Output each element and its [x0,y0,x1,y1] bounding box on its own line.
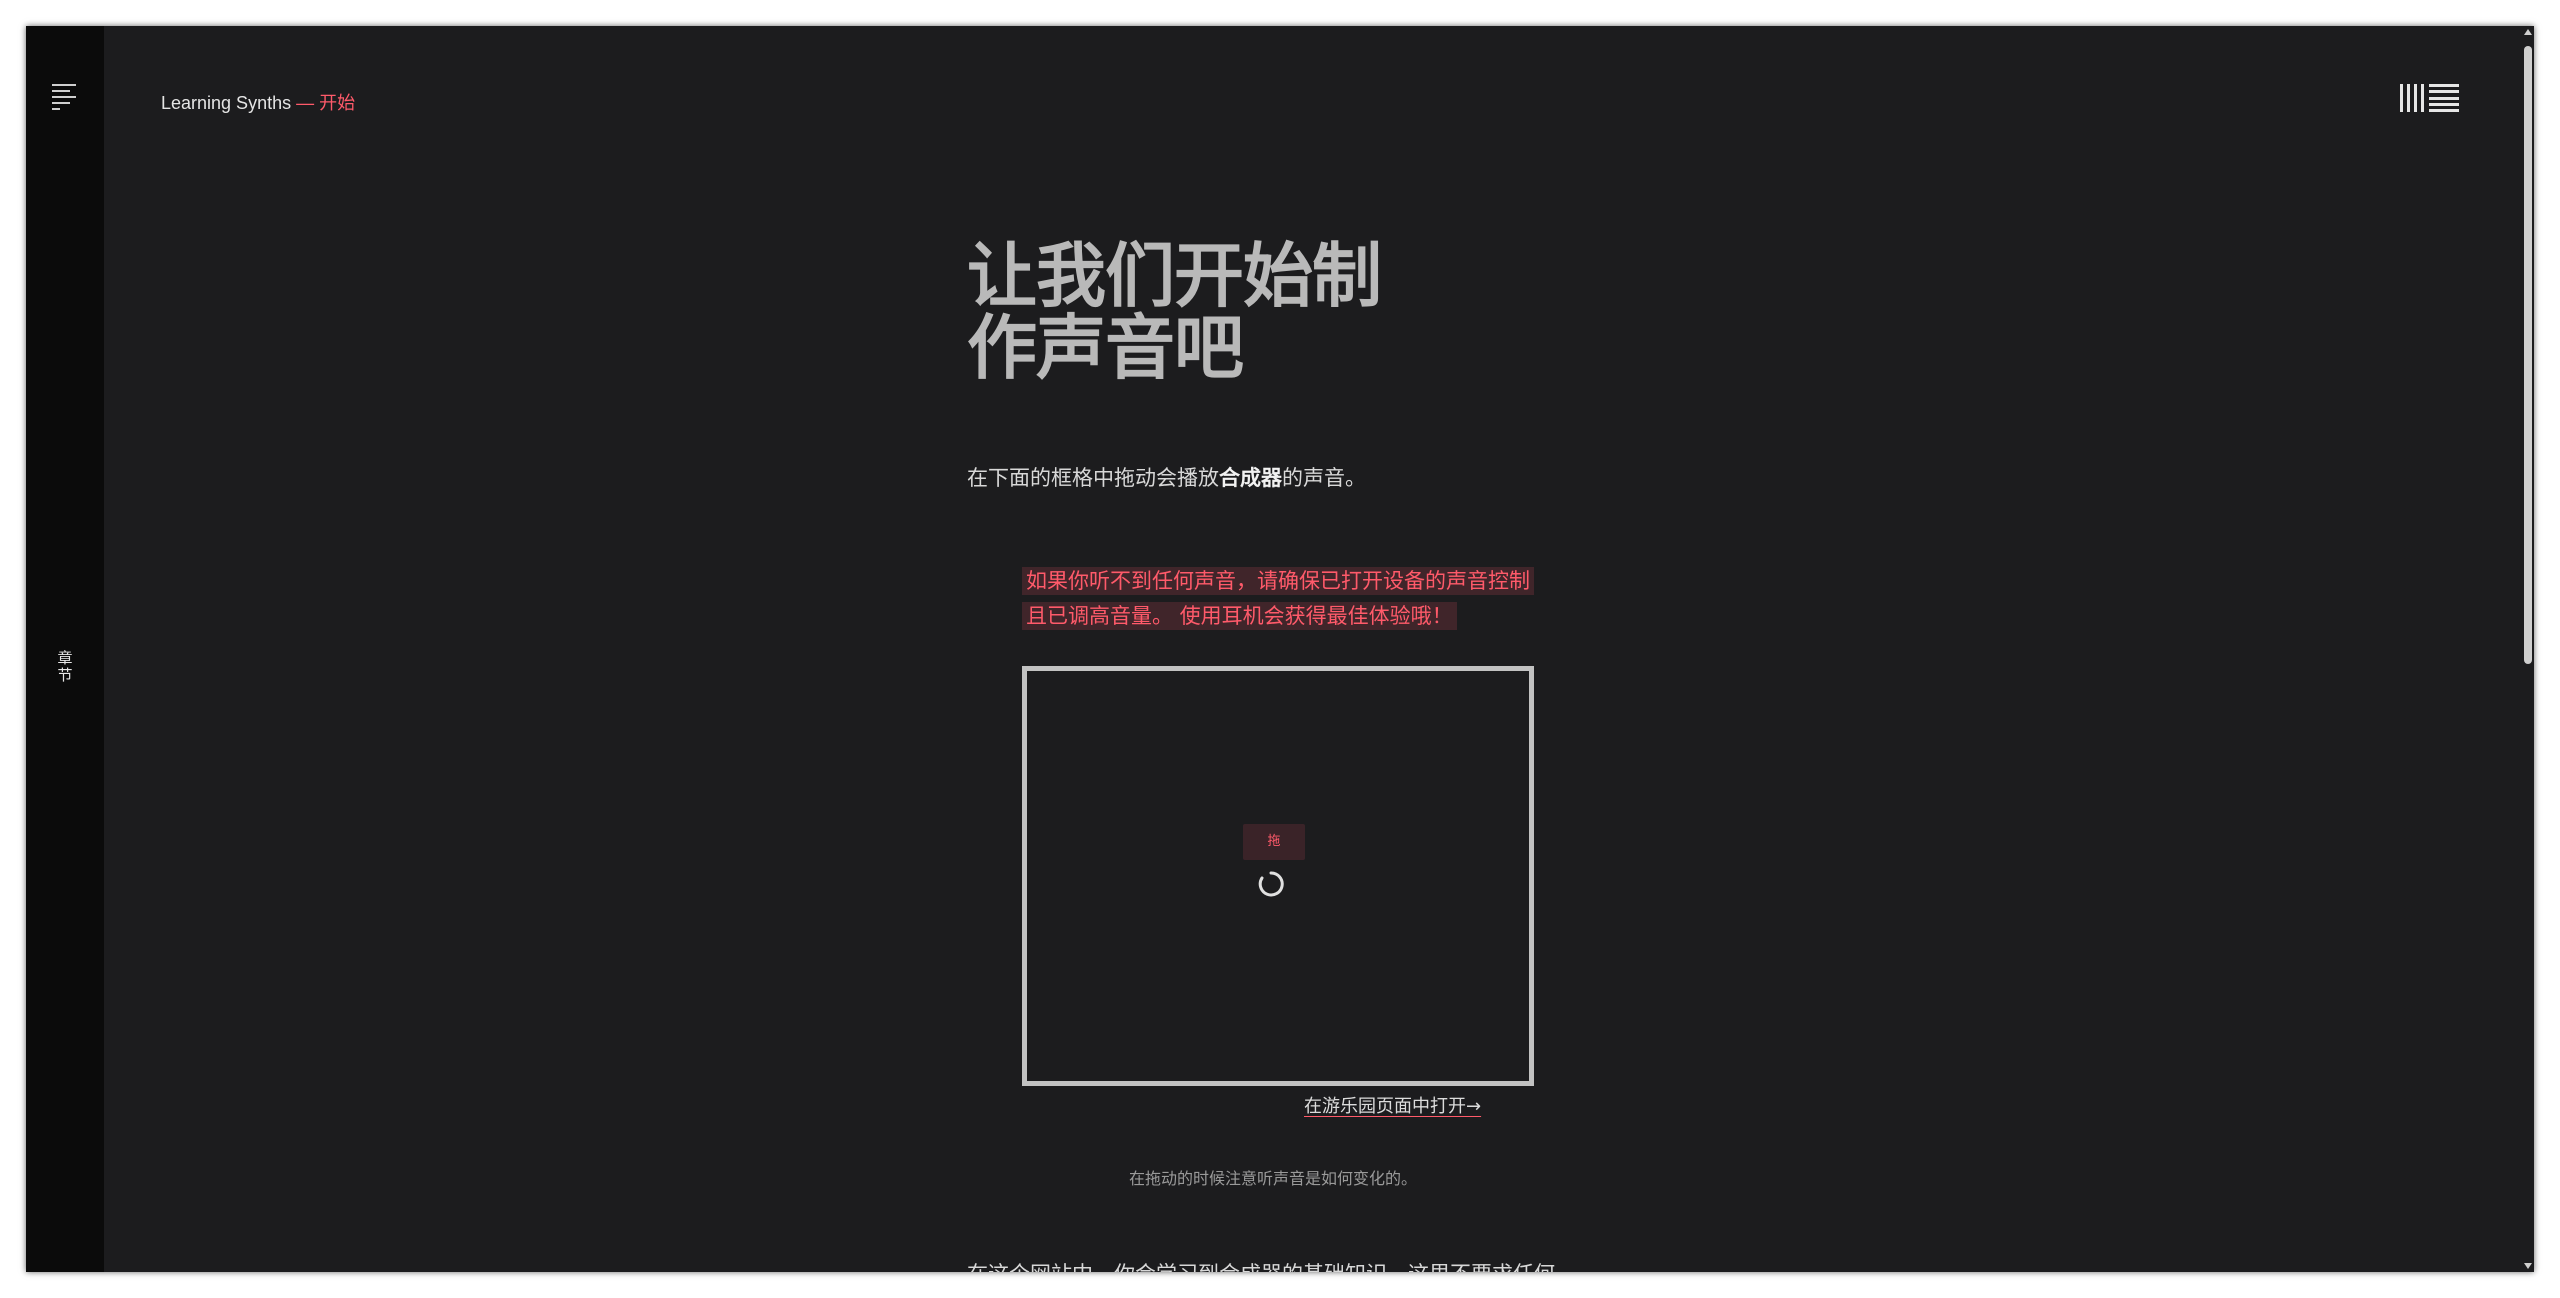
pad-caption: 在拖动的时候注意听声音是如何变化的。 [1128,1169,1417,1188]
app-window: 章 节 Learning Synths — 开始 让我们开始制作声音吧 在下面的… [26,26,2534,1272]
breadcrumb-separator: — [296,93,315,113]
chapters-toggle[interactable]: 章 节 [26,650,104,684]
chapters-label-char: 章 [57,649,73,667]
sound-warning-text: 如果你听不到任何声音，请确保已打开设备的声音控制且已调高音量。 使用耳机会获得最… [1022,567,1534,630]
intro-text-start: 在下面的框格中拖动会播放 [967,466,1219,490]
scroll-up-icon[interactable] [2524,29,2532,35]
scrollbar[interactable] [2522,26,2534,1272]
menu-lines-icon[interactable] [52,84,78,110]
sound-warning: 如果你听不到任何声音，请确保已打开设备的声音控制且已调高音量。 使用耳机会获得最… [1022,564,1534,634]
drag-label: 拖 [1243,824,1305,860]
breadcrumb: Learning Synths — 开始 [161,89,355,115]
synth-pad[interactable]: 拖 [1022,666,1534,1086]
scroll-down-icon[interactable] [2524,1263,2532,1269]
scrollbar-thumb[interactable] [2524,46,2532,664]
logo-bars-icon[interactable] [2400,84,2462,112]
page-title: 让我们开始制作声音吧 [967,235,1382,389]
chapters-label-char: 节 [57,666,73,684]
current-page: 开始 [319,93,356,113]
drag-ring-icon[interactable] [1258,871,1284,897]
next-paragraph: 在这个网站中，你会学习到合成器的基础知识。这里不要求任何 [967,1258,1555,1272]
intro-text: 在下面的框格中拖动会播放合成器的声音。 [967,462,1366,492]
sidebar: 章 节 [26,26,104,1272]
intro-text-end: 的声音。 [1282,466,1366,490]
intro-text-bold: 合成器 [1219,466,1282,490]
open-in-playground-link[interactable]: 在游乐园页面中打开→ [1304,1092,1481,1118]
site-name-link[interactable]: Learning Synths [161,93,291,113]
